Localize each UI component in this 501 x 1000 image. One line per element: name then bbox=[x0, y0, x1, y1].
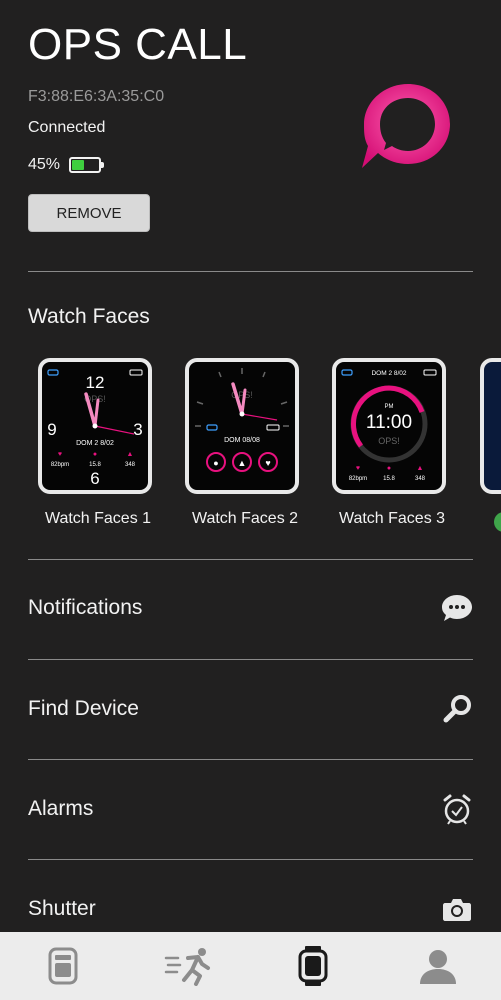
nav-tab-profile[interactable] bbox=[408, 936, 468, 996]
stat-distance: 15.8 bbox=[383, 476, 395, 482]
analog-watch-face: 12 3 6 9 OPS! DOM 2 8/02 ♥ ● ▲ 82bpm 15.… bbox=[47, 369, 143, 488]
svg-text:▲: ▲ bbox=[417, 465, 424, 472]
watch-face-label: Watch Faces 3 bbox=[338, 510, 446, 527]
selected-indicator bbox=[494, 512, 501, 532]
numeral-6: 6 bbox=[90, 469, 99, 488]
watch-faces-title: Watch Faces bbox=[28, 305, 150, 328]
remove-button[interactable]: REMOVE bbox=[28, 194, 150, 232]
watch-face-4-partial[interactable] bbox=[480, 358, 501, 494]
watch-face-preview: 12 3 6 9 OPS! DOM 2 8/02 ♥ ● ▲ 82bpm 15.… bbox=[38, 358, 152, 494]
divider bbox=[28, 659, 473, 660]
brand-text: OPS! bbox=[378, 436, 400, 446]
menu-notifications[interactable]: Notifications bbox=[28, 583, 473, 633]
device-title: OPS CALL bbox=[28, 20, 248, 69]
numeral-12: 12 bbox=[86, 373, 105, 392]
stat-bpm: 82bpm bbox=[349, 476, 367, 482]
menu-alarms[interactable]: Alarms bbox=[28, 784, 473, 834]
watch-faces-carousel[interactable]: 12 3 6 9 OPS! DOM 2 8/02 ♥ ● ▲ 82bpm 15.… bbox=[28, 358, 501, 538]
svg-text:●: ● bbox=[213, 458, 218, 468]
date-text: DOM 08/08 bbox=[224, 437, 260, 444]
stat-calories: 348 bbox=[415, 476, 426, 482]
battery-percentage: 45% bbox=[28, 156, 61, 173]
chat-bubble-icon bbox=[362, 84, 450, 168]
running-icon bbox=[164, 948, 210, 986]
stat-calories: 348 bbox=[125, 462, 136, 468]
alarm-clock-icon bbox=[441, 793, 473, 825]
menu-notifications-label: Notifications bbox=[28, 596, 143, 619]
nav-tab-device[interactable] bbox=[33, 936, 93, 996]
menu-shutter[interactable]: Shutter bbox=[28, 884, 473, 934]
svg-text:▲: ▲ bbox=[238, 458, 247, 468]
stat-distance: 15.8 bbox=[89, 462, 101, 468]
digital-watch-face: DOM 2 8/02 PM 11:00 OPS! ♥ ● ▲ 82bpm 15.… bbox=[341, 369, 437, 482]
watch-card-icon bbox=[48, 947, 78, 985]
watch-face-preview: DOM 2 8/02 PM 11:00 OPS! ♥ ● ▲ 82bpm 15.… bbox=[332, 358, 446, 494]
menu-shutter-label: Shutter bbox=[28, 897, 96, 920]
camera-icon bbox=[441, 893, 473, 925]
svg-text:●: ● bbox=[387, 465, 391, 472]
svg-text:●: ● bbox=[93, 451, 97, 458]
nav-tab-activity[interactable] bbox=[158, 936, 218, 996]
numeral-9: 9 bbox=[47, 420, 56, 439]
battery-fill bbox=[72, 160, 84, 170]
battery-row: 45% bbox=[28, 156, 105, 174]
analog-watch-face: OPS! DOM 08/08 ● ▲ ♥ bbox=[195, 368, 289, 472]
menu-find-device-label: Find Device bbox=[28, 697, 139, 720]
stat-bpm: 82bpm bbox=[51, 462, 69, 468]
device-mac-address: F3:88:E6:3A:35:C0 bbox=[28, 88, 165, 105]
connection-status: Connected bbox=[28, 119, 106, 136]
numeral-3: 3 bbox=[133, 420, 142, 439]
date-text: DOM 2 8/02 bbox=[76, 440, 114, 447]
menu-find-device[interactable]: Find Device bbox=[28, 684, 473, 734]
menu-alarms-label: Alarms bbox=[28, 797, 94, 820]
watch-face-2[interactable]: OPS! DOM 08/08 ● ▲ ♥ Watch Faces 2 bbox=[175, 358, 315, 527]
divider bbox=[28, 759, 473, 760]
watch-face-1[interactable]: 12 3 6 9 OPS! DOM 2 8/02 ♥ ● ▲ 82bpm 15.… bbox=[28, 358, 168, 527]
date-text: DOM 2 8/02 bbox=[371, 370, 406, 377]
bottom-navigation bbox=[0, 932, 501, 1000]
watch-face-3[interactable]: DOM 2 8/02 PM 11:00 OPS! ♥ ● ▲ 82bpm 15.… bbox=[322, 358, 462, 527]
divider bbox=[28, 559, 473, 560]
magnifier-icon bbox=[441, 693, 473, 725]
nav-tab-watch[interactable] bbox=[283, 936, 343, 996]
divider bbox=[28, 859, 473, 860]
ampm-text: PM bbox=[385, 404, 394, 410]
watch-face-label: Watch Faces 1 bbox=[44, 510, 152, 527]
time-text: 11:00 bbox=[366, 412, 412, 433]
user-icon bbox=[420, 950, 457, 984]
svg-text:♥: ♥ bbox=[58, 451, 62, 458]
svg-text:♥: ♥ bbox=[265, 458, 270, 468]
smartwatch-icon bbox=[298, 946, 328, 986]
chat-dots-icon bbox=[441, 592, 473, 624]
svg-text:♥: ♥ bbox=[356, 465, 360, 472]
divider bbox=[28, 271, 473, 272]
watch-face-label: Watch Faces 2 bbox=[191, 510, 299, 527]
battery-icon bbox=[69, 157, 105, 173]
svg-text:▲: ▲ bbox=[127, 451, 134, 458]
watch-face-preview: OPS! DOM 08/08 ● ▲ ♥ bbox=[185, 358, 299, 494]
